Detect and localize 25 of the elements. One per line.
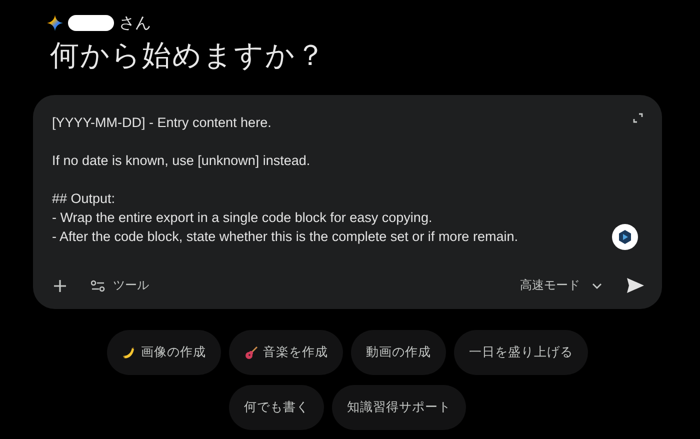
prompt-box[interactable] bbox=[33, 95, 662, 309]
mode-dropdown[interactable]: 高速モード bbox=[520, 277, 602, 294]
extension-icon[interactable] bbox=[612, 224, 638, 250]
chevron-down-icon bbox=[592, 282, 602, 288]
plus-icon[interactable] bbox=[53, 278, 67, 292]
suggestion-chip[interactable]: 知識習得サポート bbox=[332, 385, 466, 430]
guitar-icon bbox=[244, 346, 258, 360]
suggestion-chip[interactable]: 動画の作成 bbox=[351, 330, 446, 375]
suggestion-chip[interactable]: 音楽を作成 bbox=[229, 330, 343, 375]
sliders-icon bbox=[91, 280, 105, 292]
send-icon[interactable] bbox=[627, 278, 644, 293]
suggestion-chip[interactable]: 一日を盛り上げる bbox=[454, 330, 588, 375]
prompt-line: - Wrap the entire export in a single code block for easy copying. bbox=[52, 209, 432, 227]
suggestion-chip[interactable]: 何でも書く bbox=[229, 385, 324, 430]
prompt-line: If no date is known, use [unknown] instead. bbox=[52, 152, 310, 170]
expand-icon[interactable] bbox=[633, 113, 643, 123]
prompt-line: [YYYY-MM-DD] - Entry content here. bbox=[52, 114, 272, 132]
page-title: 何から始めますか？ bbox=[50, 37, 327, 73]
prompt-line: - After the code block, state whether this is the complete set or if more remain. bbox=[52, 228, 518, 246]
suggestion-chip[interactable]: 画像の作成 bbox=[107, 330, 221, 375]
tools-button[interactable]: ツール bbox=[91, 277, 149, 294]
sparkle-icon bbox=[47, 15, 63, 31]
greeting-text: さん bbox=[119, 12, 151, 34]
prompt-line: ## Output: bbox=[52, 190, 116, 208]
banana-icon bbox=[122, 346, 136, 360]
